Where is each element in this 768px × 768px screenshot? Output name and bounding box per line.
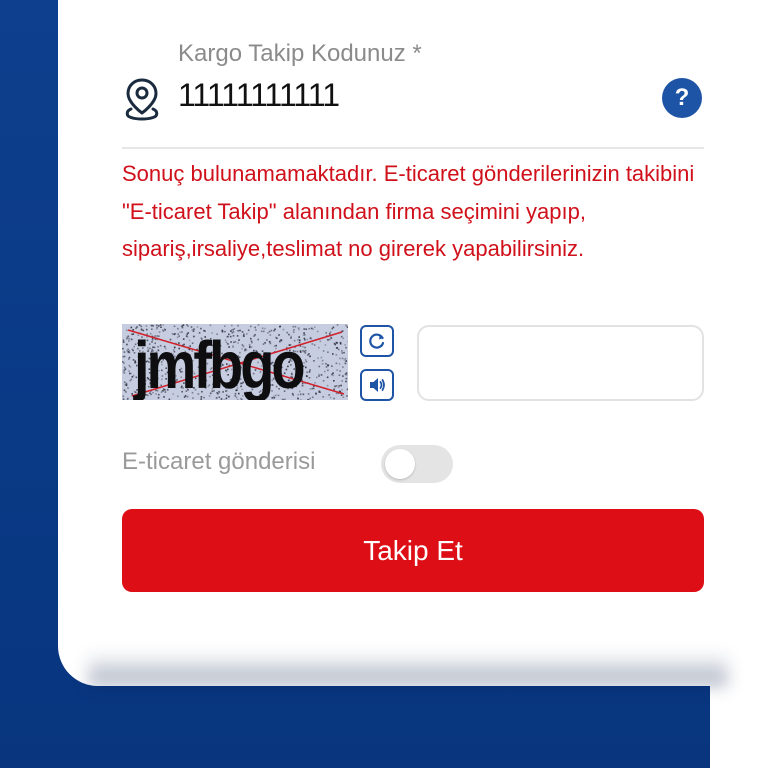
refresh-icon — [369, 333, 385, 349]
captcha-audio-button[interactable] — [360, 369, 394, 401]
captcha-image: jmfbgo — [122, 324, 348, 400]
toggle-knob — [385, 449, 415, 479]
location-pin-icon — [125, 78, 159, 121]
ecommerce-toggle[interactable] — [381, 445, 453, 483]
captcha-refresh-button[interactable] — [360, 325, 394, 357]
field-divider — [122, 147, 704, 149]
help-button[interactable]: ? — [662, 78, 702, 118]
error-message: Sonuç bulunamamaktadır. E-ticaret gönder… — [122, 161, 695, 261]
captcha-text: jmfbgo — [134, 326, 306, 400]
tracking-code-label: Kargo Takip Kodunuz * — [178, 40, 422, 67]
track-submit-button[interactable]: Takip Et — [122, 509, 704, 592]
ecommerce-toggle-label: E-ticaret gönderisi — [122, 448, 316, 475]
speaker-icon — [370, 378, 385, 392]
help-icon: ? — [674, 84, 690, 111]
card-shadow — [88, 652, 728, 686]
captcha-input[interactable] — [417, 325, 704, 401]
tracking-code-input[interactable]: 11111111111 — [178, 77, 340, 114]
